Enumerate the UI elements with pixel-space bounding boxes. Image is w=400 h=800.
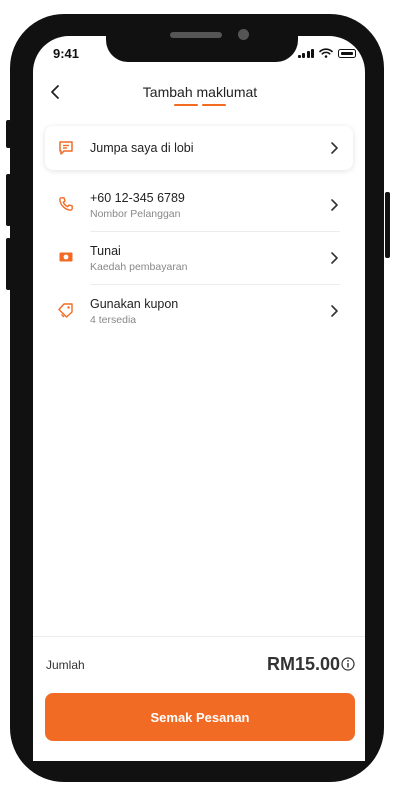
divider bbox=[90, 284, 340, 285]
camera bbox=[238, 29, 249, 40]
notch bbox=[106, 18, 298, 62]
battery-icon bbox=[338, 49, 356, 58]
status-icons bbox=[297, 48, 356, 58]
signal-icon bbox=[297, 49, 314, 58]
chevron-right-icon bbox=[331, 305, 338, 317]
coupon-icon bbox=[58, 303, 73, 318]
divider bbox=[90, 231, 340, 232]
chevron-right-icon bbox=[331, 252, 338, 264]
list-item-phone[interactable] bbox=[45, 180, 340, 230]
chevron-right-icon bbox=[331, 199, 338, 211]
title-indicator-right bbox=[202, 104, 226, 106]
info-icon[interactable] bbox=[341, 657, 355, 671]
coupon-label: Gunakan kupon bbox=[90, 297, 179, 311]
review-order-button[interactable]: Semak Pesanan bbox=[45, 693, 355, 741]
status-time: 9:41 bbox=[53, 46, 80, 61]
list-item-label: Jumpa saya di lobi bbox=[90, 141, 194, 155]
phone-icon bbox=[59, 197, 73, 211]
title-indicator-left bbox=[174, 104, 198, 106]
speaker bbox=[170, 32, 222, 38]
phone-number: +60 12-345 6789 bbox=[90, 191, 185, 205]
phone-sublabel: Nombor Pelanggan bbox=[90, 208, 181, 220]
wifi-icon bbox=[319, 48, 333, 58]
total-label: Jumlah bbox=[46, 658, 85, 672]
chevron-right-icon bbox=[331, 142, 338, 154]
volume-up-button bbox=[6, 174, 11, 226]
mute-switch bbox=[6, 120, 11, 148]
cash-icon bbox=[59, 252, 73, 262]
list-item-payment[interactable] bbox=[45, 233, 340, 283]
payment-sublabel: Kaedah pembayaran bbox=[90, 261, 188, 273]
coupon-sublabel: 4 tersedia bbox=[90, 314, 137, 326]
list-item-coupon[interactable] bbox=[45, 286, 340, 336]
page-title: Tambah maklumat bbox=[142, 84, 258, 100]
chat-note-icon bbox=[59, 141, 73, 155]
volume-down-button bbox=[6, 238, 11, 290]
payment-method: Tunai bbox=[90, 244, 121, 258]
total-amount: RM15.00 bbox=[266, 654, 340, 674]
power-button bbox=[385, 192, 390, 258]
